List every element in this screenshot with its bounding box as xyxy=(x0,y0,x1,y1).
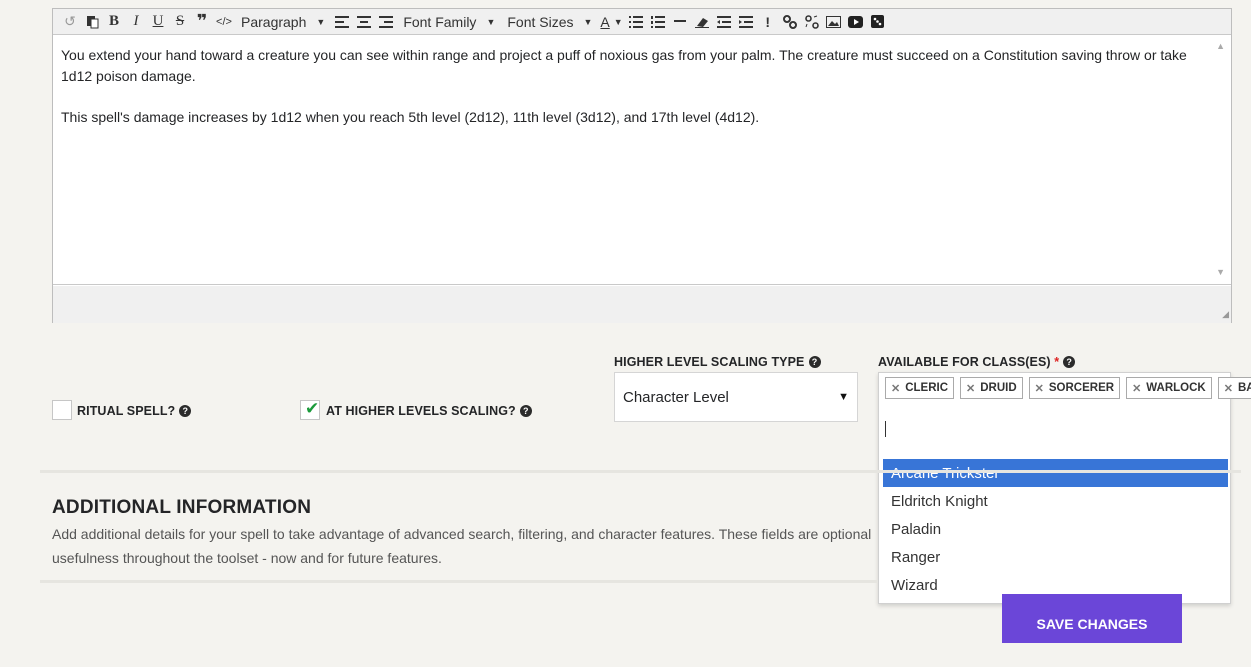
font-sizes-select[interactable]: Font Sizes ▼ xyxy=(501,11,598,33)
image-icon[interactable] xyxy=(823,11,845,33)
underline-button[interactable]: U xyxy=(147,11,169,33)
help-icon[interactable]: ? xyxy=(808,356,821,368)
required-asterisk: * xyxy=(1054,355,1060,369)
class-tag: ✕ Cleric xyxy=(885,377,955,399)
search-input-cursor[interactable] xyxy=(885,421,886,437)
class-option[interactable]: Ranger xyxy=(883,543,1228,571)
dropdown-arrow-icon: ▼ xyxy=(838,391,849,403)
chevron-down-icon: ▼ xyxy=(613,16,623,27)
scroll-up-arrow-icon[interactable]: ▲ xyxy=(1216,41,1225,51)
code-icon[interactable]: </> xyxy=(213,11,235,33)
class-tag-label: Druid xyxy=(980,382,1017,394)
bullet-list-icon[interactable] xyxy=(625,11,647,33)
class-option[interactable]: Eldritch Knight xyxy=(883,487,1228,515)
editor-statusbar xyxy=(53,286,1231,323)
editor-toolbar: ↺ B I U S ❞ </> Paragraph ▼ Font Family … xyxy=(53,9,1231,35)
ritual-label-text: Ritual Spell? xyxy=(77,404,176,418)
bold-button[interactable]: B xyxy=(103,11,125,33)
additional-info-description: Add additional details for your spell to… xyxy=(52,522,872,570)
class-tag: ✕ Bard xyxy=(1217,377,1251,399)
numbered-list-icon[interactable] xyxy=(647,11,669,33)
remove-tag-icon[interactable]: ✕ xyxy=(1035,382,1044,395)
class-tag-label: Cleric xyxy=(905,382,949,394)
chevron-down-icon: ▼ xyxy=(583,16,593,27)
eraser-icon[interactable] xyxy=(691,11,713,33)
classes-options-list: Arcane Trickster Eldritch Knight Paladin… xyxy=(883,459,1228,599)
outdent-icon[interactable] xyxy=(713,11,735,33)
scroll-down-arrow-icon[interactable]: ▼ xyxy=(1216,267,1225,277)
italic-button[interactable]: I xyxy=(125,11,147,33)
text-color-icon: A xyxy=(600,13,610,30)
blockquote-icon[interactable]: ❞ xyxy=(191,11,213,33)
indent-icon[interactable] xyxy=(735,11,757,33)
higher-levels-paragraph: This spell's damage increases by 1d12 wh… xyxy=(61,109,760,125)
strikethrough-button[interactable]: S xyxy=(169,11,191,33)
help-icon[interactable]: ? xyxy=(179,405,192,417)
higher-levels-label-text: At Higher Levels Scaling? xyxy=(326,404,516,418)
video-icon[interactable] xyxy=(845,11,867,33)
font-family-label: Font Family xyxy=(403,13,477,30)
section-divider xyxy=(40,470,1241,473)
class-option[interactable]: Paladin xyxy=(883,515,1228,543)
rich-text-editor: ↺ B I U S ❞ </> Paragraph ▼ Font Family … xyxy=(52,8,1232,323)
ritual-label: Ritual Spell?? xyxy=(77,404,192,418)
additional-info-title: ADDITIONAL INFORMATION xyxy=(52,497,312,518)
class-tag: ✕ Warlock xyxy=(1126,377,1212,399)
paste-icon[interactable] xyxy=(81,11,103,33)
higher-levels-checkbox[interactable]: ✔ xyxy=(300,399,320,420)
scaling-type-value: Character Level xyxy=(623,389,729,406)
classes-label-text: Available for Class(es) xyxy=(878,355,1051,369)
font-family-select[interactable]: Font Family ▼ xyxy=(397,11,501,33)
remove-tag-icon[interactable]: ✕ xyxy=(891,382,900,395)
text-color-select[interactable]: A ▼ xyxy=(598,11,624,33)
resize-handle-icon[interactable]: ◢ xyxy=(1222,309,1229,320)
paragraph-format-label: Paragraph xyxy=(241,13,307,30)
font-sizes-label: Font Sizes xyxy=(507,13,574,30)
checkmark-icon: ✔ xyxy=(305,399,320,418)
classes-multiselect[interactable]: ✕Cleric ✕Druid ✕Sorcerer ✕Warlock ✕Bard … xyxy=(878,372,1251,604)
align-right-icon[interactable] xyxy=(375,11,397,33)
link-icon[interactable] xyxy=(779,11,801,33)
editor-content[interactable]: You extend your hand toward a creature y… xyxy=(53,35,1231,285)
scaling-type-label-text: Higher Level Scaling Type xyxy=(614,355,805,369)
paragraph-format-select[interactable]: Paragraph ▼ xyxy=(235,11,331,33)
save-changes-button[interactable]: Save Changes xyxy=(1002,594,1182,643)
scaling-type-select[interactable]: Character Level ▼ xyxy=(614,372,858,422)
remove-tag-icon[interactable]: ✕ xyxy=(1132,382,1141,395)
class-option[interactable]: Arcane Trickster xyxy=(883,459,1228,487)
help-icon[interactable]: ? xyxy=(519,405,532,417)
scaling-type-label: Higher Level Scaling Type? xyxy=(614,355,821,369)
horizontal-rule-icon[interactable] xyxy=(669,11,691,33)
remove-tag-icon[interactable]: ✕ xyxy=(966,382,975,395)
align-left-icon[interactable] xyxy=(331,11,353,33)
class-tag-label: Warlock xyxy=(1146,382,1206,394)
class-tag: ✕ Sorcerer xyxy=(1028,377,1121,399)
higher-levels-label: At Higher Levels Scaling?? xyxy=(326,404,532,418)
additional-info-line: Add additional details for your spell to… xyxy=(52,526,872,542)
selected-classes: ✕ Cleric ✕ Druid ✕ Sorcerer ✕ Warlock ✕ Bard xyxy=(885,377,1251,399)
class-tag: ✕ Druid xyxy=(960,377,1023,399)
ritual-checkbox[interactable] xyxy=(52,400,72,420)
alert-icon[interactable]: ! xyxy=(757,11,779,33)
align-center-icon[interactable] xyxy=(353,11,375,33)
class-tag-label: Bard xyxy=(1237,382,1251,394)
description-paragraph: You extend your hand toward a creature y… xyxy=(61,47,1187,84)
classes-label: Available for Class(es) *? xyxy=(878,355,1076,369)
unlink-icon[interactable] xyxy=(801,11,823,33)
remove-tag-icon[interactable]: ✕ xyxy=(1224,382,1233,395)
undo-icon[interactable]: ↺ xyxy=(59,11,81,33)
section-divider xyxy=(40,580,878,583)
chevron-down-icon: ▼ xyxy=(316,16,326,27)
dice-icon[interactable] xyxy=(867,11,889,33)
chevron-down-icon: ▼ xyxy=(486,16,496,27)
class-tag-label: Sorcerer xyxy=(1048,382,1115,394)
help-icon[interactable]: ? xyxy=(1063,356,1076,368)
additional-info-line: usefulness throughout the toolset - now … xyxy=(52,550,442,566)
